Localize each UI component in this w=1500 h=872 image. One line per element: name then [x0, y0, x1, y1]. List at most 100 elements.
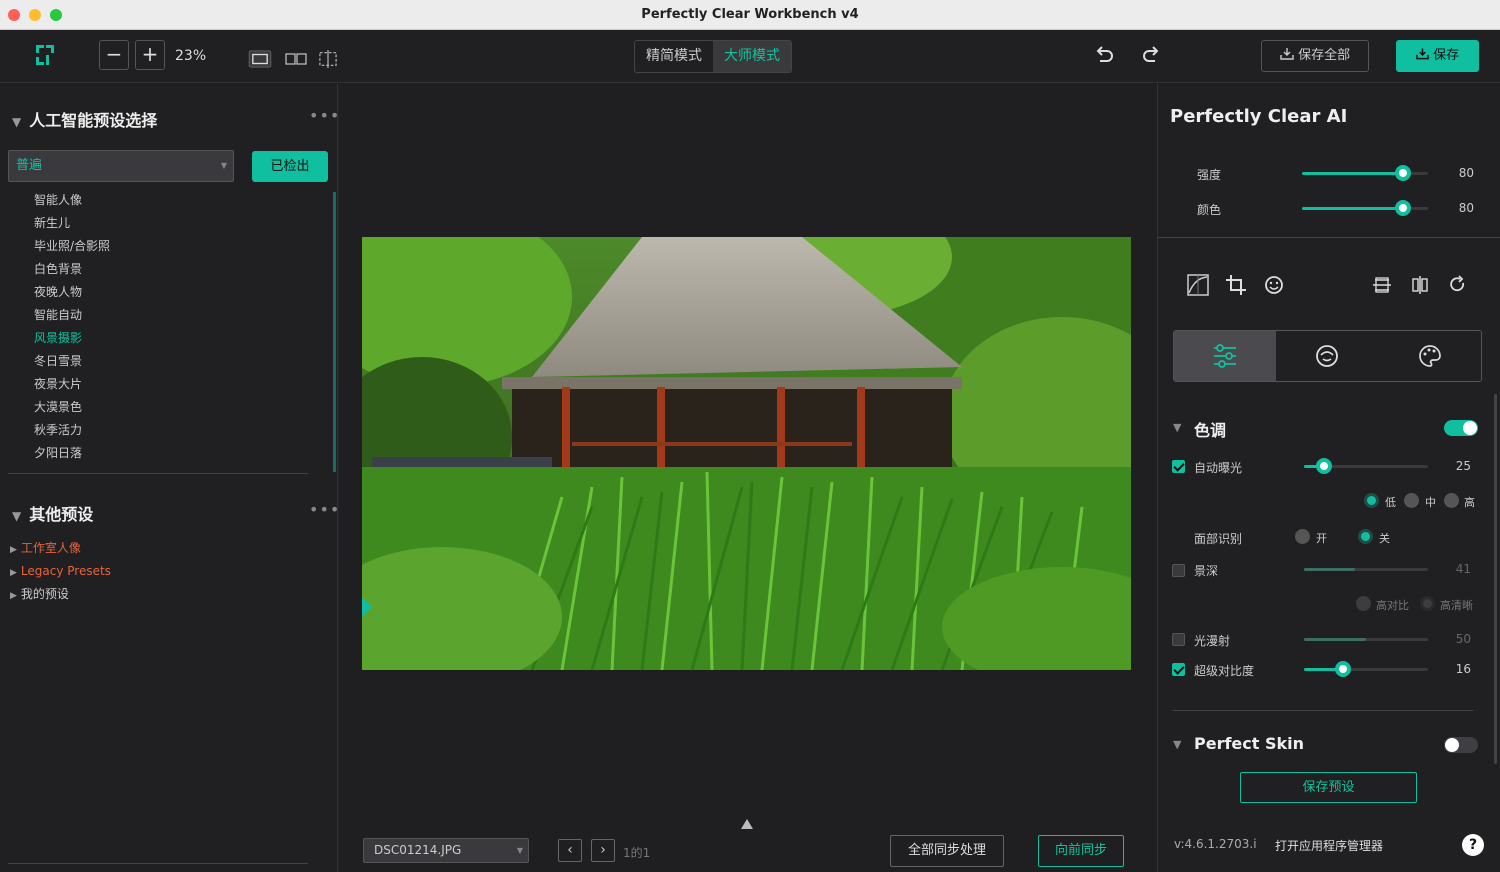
- more-options-icon[interactable]: •••: [309, 106, 340, 125]
- more-options-icon[interactable]: •••: [309, 500, 340, 519]
- flip-horizontal-icon[interactable]: [1410, 274, 1430, 296]
- preset-item[interactable]: 夜晚人物: [34, 283, 110, 306]
- slider-knob[interactable]: [1335, 661, 1351, 677]
- curves-icon[interactable]: [1187, 274, 1209, 296]
- preset-item[interactable]: 夕阳日落: [34, 444, 110, 467]
- slider-knob[interactable]: [1394, 165, 1411, 181]
- filmstrip-toggle-icon[interactable]: [740, 818, 754, 830]
- undo-icon[interactable]: [1093, 45, 1115, 67]
- save-preset-button[interactable]: 保存预设: [1240, 772, 1417, 803]
- collapse-triangle-icon[interactable]: ▼: [1173, 421, 1181, 434]
- previous-image-button[interactable]: ‹: [558, 839, 582, 862]
- adjustment-tabs: [1173, 330, 1482, 382]
- toggle-knob: [1463, 421, 1477, 435]
- perfect-skin-toggle[interactable]: [1444, 737, 1478, 753]
- preset-item[interactable]: 风景摄影: [34, 329, 110, 352]
- ai-preset-list: 智能人像 新生儿 毕业照/合影照 白色背景 夜晚人物 智能自动 风景摄影 冬日雪景 夜景大片 大漠…: [34, 191, 110, 467]
- photo-preview[interactable]: [362, 237, 1131, 670]
- face-icon[interactable]: [1263, 274, 1285, 296]
- detected-button[interactable]: 已检出: [252, 151, 328, 182]
- light-diffuse-label: 光漫射: [1194, 634, 1231, 648]
- preset-item[interactable]: 秋季活力: [34, 421, 110, 444]
- help-button[interactable]: ?: [1462, 834, 1484, 856]
- preset-category-dropdown[interactable]: 普遍 ▼: [8, 150, 234, 182]
- preset-item[interactable]: 毕业照/合影照: [34, 237, 110, 260]
- face-detect-off-radio[interactable]: [1358, 529, 1373, 544]
- version-label: v:4.6.1.2703.i: [1174, 837, 1257, 851]
- auto-exposure-checkbox[interactable]: [1172, 460, 1185, 473]
- app-logo-icon: [36, 45, 54, 65]
- preset-item[interactable]: 大漠景色: [34, 398, 110, 421]
- super-contrast-slider[interactable]: [1304, 661, 1428, 677]
- sync-forward-button[interactable]: 向前同步: [1038, 835, 1124, 867]
- tone-toggle[interactable]: [1444, 420, 1478, 436]
- slider-knob[interactable]: [1394, 200, 1411, 216]
- tone-section-title: 色调: [1194, 421, 1227, 440]
- save-button[interactable]: 保存: [1396, 40, 1479, 72]
- exposure-mid-radio[interactable]: [1404, 493, 1419, 508]
- exposure-low-radio[interactable]: [1364, 493, 1379, 508]
- tab-creative[interactable]: [1379, 331, 1481, 381]
- slider-knob[interactable]: [1316, 458, 1332, 474]
- single-view-icon[interactable]: [248, 50, 272, 68]
- preset-list-scrollbar[interactable]: [333, 192, 336, 472]
- zoom-out-button[interactable]: −: [99, 40, 129, 70]
- expand-triangle-icon: ▶: [10, 545, 17, 555]
- preset-group-legacy[interactable]: ▶ Legacy Presets: [10, 562, 111, 582]
- preset-item[interactable]: 新生儿: [34, 214, 110, 237]
- strength-slider[interactable]: [1302, 165, 1428, 181]
- side-by-side-view-icon[interactable]: [284, 50, 308, 68]
- master-mode-tab[interactable]: 大师模式: [713, 41, 791, 72]
- next-image-button[interactable]: ›: [591, 839, 615, 862]
- depth-checkbox[interactable]: [1172, 564, 1185, 577]
- ai-presets-header[interactable]: ▼ 人工智能预设选择: [12, 107, 157, 131]
- mode-switch: 精简模式 大师模式: [634, 40, 792, 73]
- zoom-in-button[interactable]: +: [135, 40, 165, 70]
- preset-group-mine[interactable]: ▶ 我的预设: [10, 585, 69, 605]
- face-detect-off-label: 关: [1379, 532, 1390, 545]
- light-diffuse-slider[interactable]: [1304, 638, 1428, 641]
- crop-icon[interactable]: [1225, 274, 1247, 296]
- auto-exposure-slider[interactable]: [1304, 458, 1428, 474]
- color-label: 颜色: [1197, 203, 1222, 217]
- redo-icon[interactable]: [1140, 45, 1162, 67]
- sync-all-button[interactable]: 全部同步处理: [890, 835, 1004, 867]
- download-icon: [1416, 48, 1429, 60]
- color-slider[interactable]: [1302, 200, 1428, 216]
- super-contrast-checkbox[interactable]: [1172, 663, 1185, 676]
- collapse-triangle-icon: ▼: [12, 115, 22, 129]
- filename-value: DSC01214.JPG: [374, 843, 462, 857]
- divider: [1173, 710, 1473, 711]
- depth-slider[interactable]: [1304, 568, 1428, 571]
- face-detect-on-radio[interactable]: [1295, 529, 1310, 544]
- exposure-mid-label: 中: [1425, 496, 1436, 509]
- light-diffuse-value: 50: [1455, 632, 1471, 646]
- tab-adjustments[interactable]: [1174, 331, 1277, 381]
- preset-group-studio[interactable]: ▶ 工作室人像: [10, 539, 81, 559]
- filename-dropdown[interactable]: DSC01214.JPG ▼: [363, 838, 529, 863]
- preset-item[interactable]: 智能人像: [34, 191, 110, 214]
- preset-item[interactable]: 夜景大片: [34, 375, 110, 398]
- rotate-icon[interactable]: [1448, 274, 1468, 296]
- window-title: Perfectly Clear Workbench v4: [641, 7, 859, 22]
- panel-scrollbar[interactable]: [1494, 394, 1497, 764]
- download-icon: [1280, 48, 1294, 60]
- split-view-icon[interactable]: [316, 50, 340, 68]
- tab-eyes[interactable]: [1276, 331, 1378, 381]
- save-all-button[interactable]: 保存全部: [1261, 40, 1369, 72]
- app-manager-link[interactable]: 打开应用程序管理器: [1275, 837, 1383, 854]
- flip-vertical-icon[interactable]: [1372, 274, 1392, 296]
- high-clarity-radio[interactable]: [1420, 596, 1435, 611]
- preset-item[interactable]: 冬日雪景: [34, 352, 110, 375]
- other-presets-header[interactable]: ▼ 其他预设: [12, 501, 93, 525]
- depth-value: 41: [1455, 562, 1471, 576]
- save-label: 保存: [1433, 48, 1460, 63]
- dropdown-arrow-icon: ▼: [516, 846, 523, 855]
- collapse-triangle-icon[interactable]: ▼: [1173, 738, 1181, 751]
- simple-mode-tab[interactable]: 精简模式: [635, 41, 713, 72]
- high-contrast-radio[interactable]: [1356, 596, 1371, 611]
- light-diffuse-checkbox[interactable]: [1172, 633, 1185, 646]
- preset-item[interactable]: 智能自动: [34, 306, 110, 329]
- exposure-high-radio[interactable]: [1444, 493, 1459, 508]
- preset-item[interactable]: 白色背景: [34, 260, 110, 283]
